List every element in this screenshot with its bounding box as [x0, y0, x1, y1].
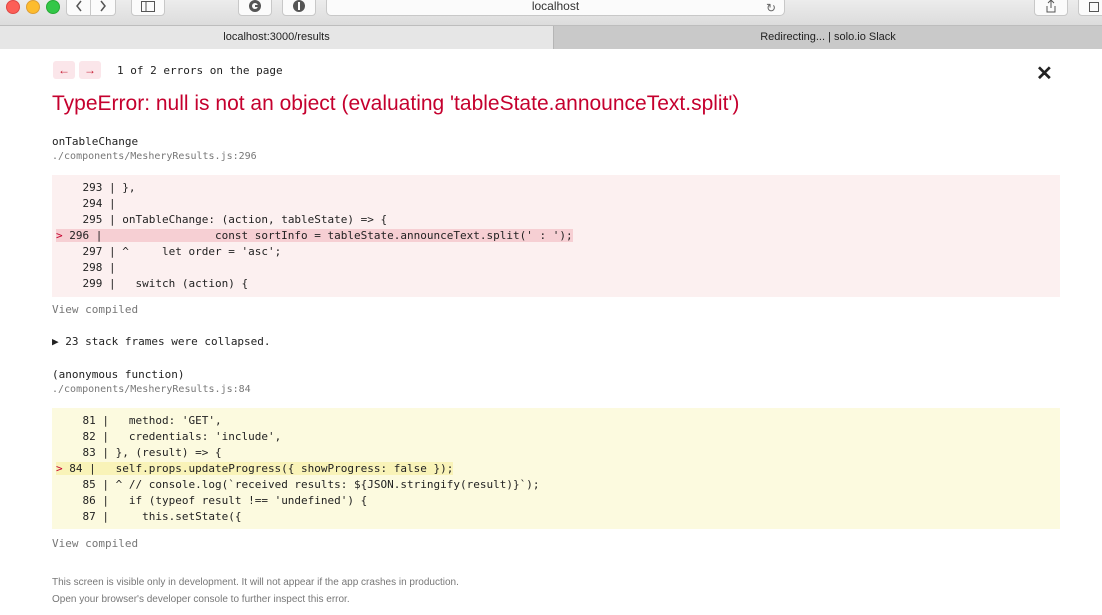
extension-button-2[interactable] — [282, 0, 316, 16]
chevron-left-icon — [75, 0, 82, 12]
collapsed-frames-text: 23 stack frames were collapsed. — [65, 335, 271, 348]
show-tabs-button[interactable] — [1078, 0, 1102, 16]
close-icon: ✕ — [1036, 63, 1053, 85]
extension-shield-icon — [293, 0, 305, 12]
code-line: 299 | switch (action) { — [82, 277, 249, 290]
address-text: localhost — [531, 0, 580, 13]
chevron-right-icon — [100, 0, 106, 12]
minimize-window-button[interactable] — [26, 0, 40, 14]
code-line: 293 | }, — [82, 181, 136, 194]
code-line: 87 | this.setState({ — [82, 510, 242, 523]
forward-button[interactable] — [91, 0, 116, 16]
code-line-highlighted: > 84 | self.props.updateProgress({ showP… — [56, 462, 454, 475]
code-line-highlighted: > 296 | const sortInfo = tableState.anno… — [56, 229, 573, 242]
error-navigation: ← → 1 of 2 errors on the page — [53, 61, 283, 79]
code-line: 295 | onTableChange: (action, tableState… — [82, 213, 388, 226]
back-button[interactable] — [66, 0, 91, 16]
extension-g-icon — [249, 0, 261, 12]
stack-frame-file[interactable]: ./components/MesheryResults.js:84 — [52, 384, 251, 395]
code-line: 294 | — [82, 197, 123, 210]
reload-icon[interactable]: ↻ — [766, 0, 776, 17]
extension-button-1[interactable] — [238, 0, 272, 16]
arrow-left-icon: ← — [58, 63, 70, 77]
tab-label: Redirecting... | solo.io Slack — [760, 31, 896, 43]
code-line: 81 | method: 'GET', — [82, 414, 222, 427]
footer-note: This screen is visible only in developme… — [52, 577, 459, 588]
code-line: 82 | credentials: 'include', — [82, 430, 282, 443]
triangle-right-icon: ▶ — [52, 335, 59, 348]
collapsed-frames-toggle[interactable]: ▶ 23 stack frames were collapsed. — [52, 335, 271, 348]
tab-localhost-results[interactable]: localhost:3000/results — [0, 26, 554, 49]
zoom-window-button[interactable] — [46, 0, 60, 14]
view-compiled-link[interactable]: View compiled — [52, 303, 138, 316]
share-button[interactable] — [1034, 0, 1068, 16]
sidebar-toggle-button[interactable] — [131, 0, 165, 16]
stack-frame-file[interactable]: ./components/MesheryResults.js:296 — [52, 151, 257, 162]
close-window-button[interactable] — [6, 0, 20, 14]
address-bar[interactable]: localhost ↻ — [326, 0, 785, 16]
code-snippet-frame1[interactable]: 293 | }, 294 | 295 | onTableChange: (act… — [52, 175, 1060, 297]
arrow-right-icon: → — [84, 63, 96, 77]
tab-label: localhost:3000/results — [223, 31, 330, 43]
code-line: 83 | }, (result) => { — [82, 446, 222, 459]
code-line: 85 | ^ // console.log(`received results:… — [82, 478, 540, 491]
tab-bar: localhost:3000/results Redirecting... | … — [0, 25, 1102, 49]
sidebar-icon — [141, 0, 155, 12]
close-overlay-button[interactable]: ✕ — [1036, 64, 1053, 84]
share-icon — [1046, 0, 1056, 13]
footer-note: Open your browser's developer console to… — [52, 594, 350, 605]
stack-frame-function: (anonymous function) — [52, 368, 185, 381]
code-line: 297 | ^ let order = 'asc'; — [82, 245, 282, 258]
next-error-button[interactable]: → — [79, 61, 101, 79]
tab-solo-slack[interactable]: Redirecting... | solo.io Slack — [554, 26, 1102, 49]
code-line: 86 | if (typeof result !== 'undefined') … — [82, 494, 368, 507]
browser-toolbar: localhost ↻ — [0, 0, 1102, 25]
code-snippet-frame2[interactable]: 81 | method: 'GET', 82 | credentials: 'i… — [52, 408, 1060, 529]
previous-error-button[interactable]: ← — [53, 61, 75, 79]
error-title: TypeError: null is not an object (evalua… — [52, 92, 740, 115]
stack-frame-function: onTableChange — [52, 135, 139, 148]
view-compiled-link[interactable]: View compiled — [52, 537, 138, 550]
tabs-icon — [1089, 2, 1099, 12]
code-line: 298 | — [82, 261, 123, 274]
error-count: 1 of 2 errors on the page — [117, 63, 283, 77]
